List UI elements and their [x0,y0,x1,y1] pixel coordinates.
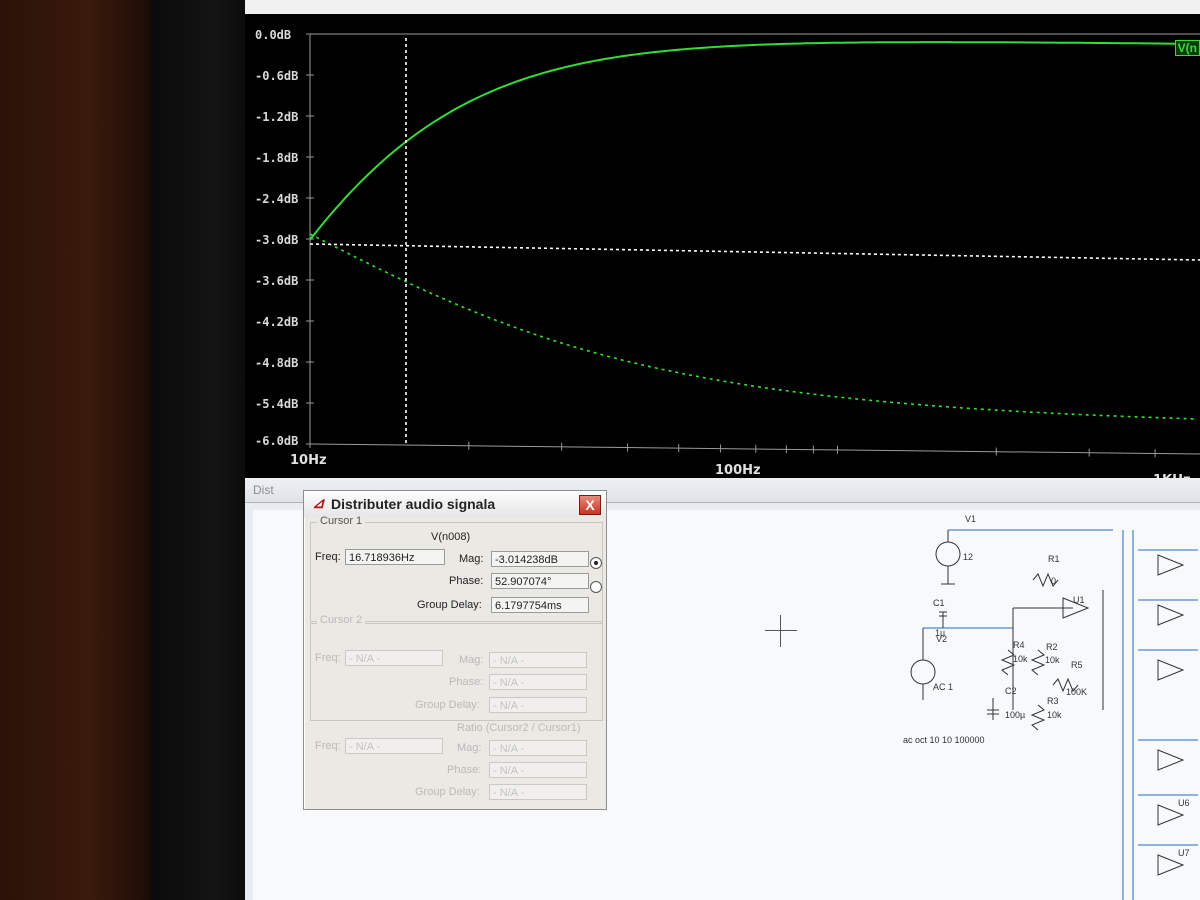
v2-source-symbol [910,659,936,685]
ratio-group: Ratio (Cursor2 / Cursor1) Freq: - N/A - … [310,722,603,805]
y-tick-label: -4.8dB [255,356,299,370]
spice-directive[interactable]: ac oct 10 10 100000 [903,735,985,745]
r4-label[interactable]: R4 [1013,640,1025,650]
y-tick-label: -5.4dB [255,397,299,411]
y-tick-label: -6.0dB [255,434,299,448]
magnitude-trace[interactable] [309,41,1197,241]
ratio-mag-label: Mag: [457,742,482,754]
cursor2-mag-label: Mag: [459,654,484,666]
r5-label[interactable]: R5 [1071,660,1083,670]
y-tick-label: -4.2dB [255,315,299,329]
crosshair-cursor [765,615,797,647]
cursor-readout-dialog[interactable]: ⊿ Distributer audio signala X Cursor 1 V… [303,490,607,810]
cursor1-group: Cursor 1 V(n008) Freq: 16.718936Hz Mag: … [310,515,603,624]
v2-value[interactable]: AC 1 [933,682,953,692]
cursor2-freq-label: Freq: [315,652,341,664]
r4-value[interactable]: 10k [1013,654,1028,664]
ratio-phase-field[interactable]: - N/A - [489,762,587,778]
c1-label[interactable]: C1 [933,598,945,608]
ratio-label: Ratio (Cursor2 / Cursor1) [457,722,581,734]
cursor1-phase-label: Phase: [449,575,484,587]
r5-value[interactable]: 100K [1066,687,1087,697]
r3-resistor [1030,704,1046,731]
cursor1-horizontal[interactable] [309,243,1200,261]
v1-label[interactable]: V1 [965,514,976,524]
monitor-bezel [150,0,245,900]
cursor1-group-label: Cursor 1 [317,515,366,527]
axis-ticks [306,33,1156,458]
r1-label[interactable]: R1 [1048,554,1060,564]
cursor1-phase-field[interactable]: 52.907074° [491,573,589,589]
phase-radio-button[interactable] [590,581,602,593]
r2-label[interactable]: R2 [1046,642,1058,652]
dialog-title-bar[interactable]: ⊿ Distributer audio signala X [304,491,606,517]
window-title-bar [245,0,1200,14]
u6-label[interactable]: U6 [1178,798,1190,808]
phase-trace[interactable] [309,233,1197,420]
close-button[interactable]: X [579,495,601,515]
cursor1-mag-field[interactable]: -3.014238dB [491,551,589,567]
ratio-mag-field[interactable]: - N/A - [489,740,587,756]
r2-resistor [1030,649,1046,676]
y-tick-label: -1.2dB [255,110,299,124]
waveform-plot-pane[interactable]: 0.0dB -0.6dB -1.2dB -1.8dB -2.4dB -3.0dB… [245,14,1200,488]
desk-background [0,0,150,900]
ltspice-logo-icon: ⊿ [312,495,325,512]
cursor2-group-delay-label: Group Delay: [415,699,480,711]
u7-label[interactable]: U7 [1178,848,1190,858]
v2-label[interactable]: V2 [936,634,947,644]
dialog-title: Distributer audio signala [331,496,496,512]
v1-value[interactable]: 12 [963,552,973,562]
y-tick-label: -2.4dB [255,192,299,206]
y-tick-label: -3.6dB [255,274,299,288]
r1-value[interactable]: 0 [1051,576,1056,586]
ratio-freq-label: Freq: [315,740,341,752]
bode-plot[interactable] [245,14,1200,478]
tab-distributer[interactable]: Dist [253,483,274,497]
u1-label[interactable]: U1 [1073,595,1085,605]
r3-label[interactable]: R3 [1047,696,1059,706]
y-tick-label: 0.0dB [255,28,292,42]
cursor2-group: Cursor 2 Freq: - N/A - Mag: - N/A - Phas… [310,614,603,721]
y-tick-label: -3.0dB [255,233,299,247]
cursor2-phase-field[interactable]: - N/A - [489,674,587,690]
cursor1-group-delay-field[interactable]: 6.1797754ms [491,597,589,613]
ratio-phase-label: Phase: [447,764,482,776]
c2-label[interactable]: C2 [1005,686,1017,696]
cursor2-mag-field[interactable]: - N/A - [489,652,587,668]
y-tick-label: -1.8dB [255,151,299,165]
cursor2-freq-field[interactable]: - N/A - [345,650,443,666]
r3-value[interactable]: 10k [1047,710,1062,720]
x-tick-label: 100Hz [715,463,761,478]
cursor1-trace-name: V(n008) [431,531,471,543]
mag-radio-button[interactable] [590,557,602,569]
cursor1-mag-label: Mag: [459,553,484,565]
r2-value[interactable]: 10k [1045,655,1060,665]
cursor1-group-delay-label: Group Delay: [417,599,482,611]
ratio-group-delay-label: Group Delay: [415,786,480,798]
monitor-screen: 0.0dB -0.6dB -1.2dB -1.8dB -2.4dB -3.0dB… [245,0,1200,900]
cursor1-freq-field[interactable]: 16.718936Hz [345,549,445,565]
ratio-group-delay-field[interactable]: - N/A - [489,784,587,800]
x-tick-label: 10Hz [290,453,327,468]
trace-name-label[interactable]: V(n [1174,40,1200,56]
cursor2-group-label: Cursor 2 [317,614,366,626]
cursor2-phase-label: Phase: [449,676,484,688]
v1-source-symbol [935,541,961,567]
cursor2-group-delay-field[interactable]: - N/A - [489,697,587,713]
ratio-freq-field[interactable]: - N/A - [345,738,443,754]
y-tick-label: -0.6dB [255,69,299,83]
cursor1-freq-label: Freq: [315,551,341,563]
c2-value[interactable]: 100µ [1005,710,1025,720]
plot-bottom-axis [309,443,1200,455]
